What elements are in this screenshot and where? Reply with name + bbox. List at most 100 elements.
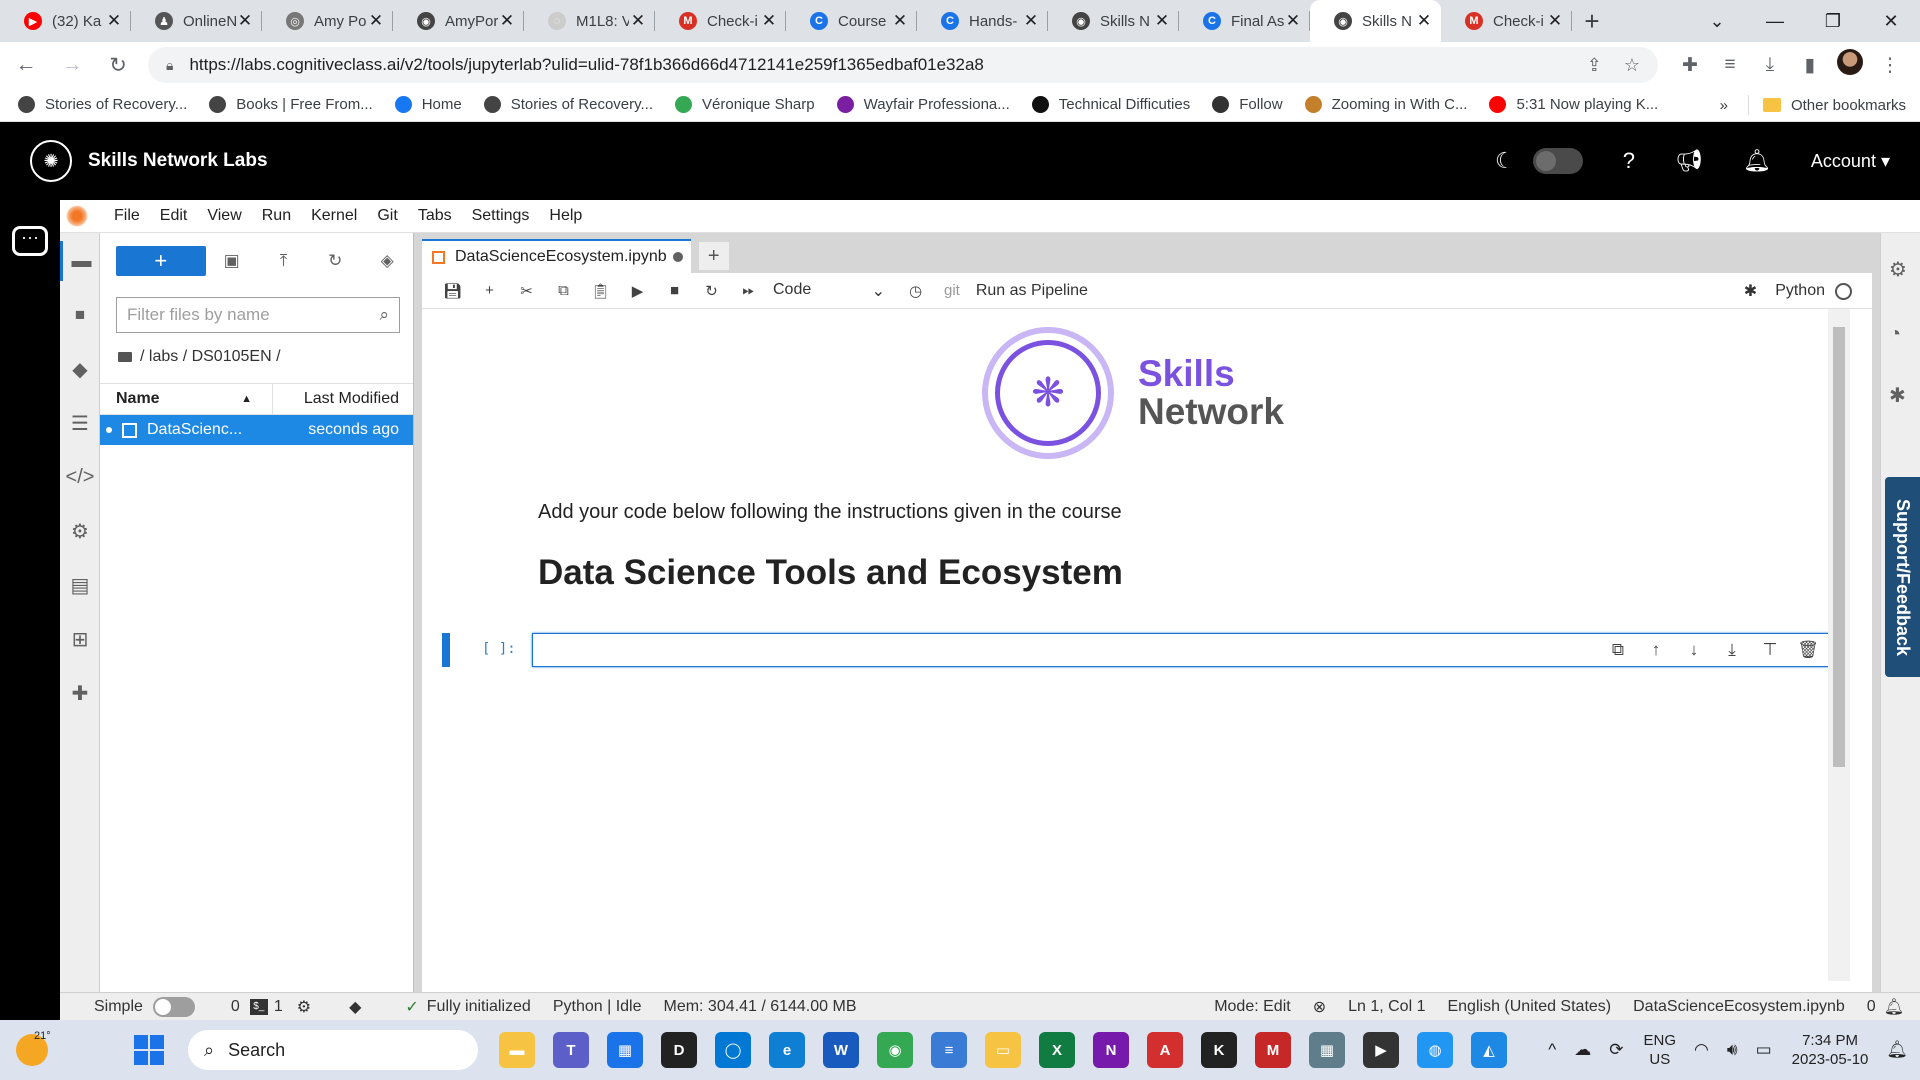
menu-run[interactable]: Run [252,207,301,225]
save-icon[interactable]: 💾︎ [434,282,471,300]
browser-tab[interactable]: M Check-i ✕ [1441,0,1572,42]
table-of-contents-icon[interactable]: ☰ [60,403,100,443]
chrome-menu-icon[interactable]: ⋮ [1870,54,1910,77]
tab-search-icon[interactable]: ⌄ [1688,0,1746,42]
interrupt-icon[interactable]: ■ [656,282,693,299]
tab-close-icon[interactable]: ✕ [760,11,778,31]
breadcrumb[interactable]: / labs / DS0105EN / [118,345,413,369]
mcafee-app-icon[interactable]: M [1255,1032,1291,1068]
teams-app-icon[interactable]: T [553,1032,589,1068]
excel-app-icon[interactable]: X [1039,1032,1075,1068]
move-up-icon[interactable]: ↑ [1637,640,1675,660]
dark-mode-toggle[interactable] [1532,148,1583,174]
input-language[interactable]: ENG US [1644,1031,1677,1069]
maximize-button[interactable]: ❐ [1804,0,1862,42]
bookmark-item[interactable]: Stories of Recovery... [483,96,653,113]
file-row[interactable]: DataScienc... seconds ago [100,415,413,445]
folder-app-icon[interactable]: ▬ [499,1032,535,1068]
browser-tab[interactable]: M Check-i ✕ [655,0,786,42]
filter-files-input[interactable]: Filter files by name ⌕ [116,297,400,333]
menu-view[interactable]: View [197,207,251,225]
extensions-puzzle-icon[interactable]: ✚ [60,673,100,713]
column-modified-header[interactable]: Last Modified [273,390,413,408]
app-k-icon[interactable]: K [1201,1032,1237,1068]
cut-icon[interactable]: ✂ [508,282,545,300]
browser-tab[interactable]: C Hands- ✕ [917,0,1048,42]
tab-close-icon[interactable]: ✕ [367,11,385,31]
metadata-icon[interactable]: ▤ [60,565,100,605]
bell-icon[interactable]: 🔔︎ [1743,148,1771,174]
trusted-icon[interactable]: ⊗ [1313,997,1326,1017]
tab-close-icon[interactable]: ✕ [236,11,254,31]
skills-network-logo-icon[interactable]: ✺ [30,140,72,182]
bookmark-item[interactable]: Zooming in With C... [1304,96,1467,113]
kernel-status[interactable]: Python | Idle [553,998,642,1016]
menu-settings[interactable]: Settings [462,207,540,225]
minimize-button[interactable]: — [1746,0,1804,42]
tab-close-icon[interactable]: ✕ [891,11,909,31]
insert-cell-icon[interactable]: + [471,282,508,299]
git-icon[interactable]: ◆ [60,349,100,389]
debugger-icon[interactable]: ✱ [1744,281,1757,301]
scrollbar-thumb[interactable] [1833,327,1845,767]
store-app-icon[interactable]: ▦ [607,1032,643,1068]
tab-close-icon[interactable]: ✕ [498,11,516,31]
chat-icon[interactable]: ··· [12,226,48,256]
close-window-button[interactable]: ✕ [1862,0,1920,42]
start-button[interactable] [134,1035,164,1065]
breadcrumb-path[interactable]: / labs / DS0105EN / [140,348,281,366]
tab-close-icon[interactable]: ✕ [1153,11,1171,31]
duplicate-cell-icon[interactable]: ⧉ [1599,640,1637,660]
browser-tab[interactable]: ♟ OnlineN ✕ [131,0,262,42]
explorer-app-icon[interactable]: ▭ [985,1032,1021,1068]
browser-tab[interactable]: ◎ Amy Po ✕ [262,0,393,42]
property-inspector-gears-icon[interactable]: ⚙ [1889,257,1907,282]
address-bar[interactable]: 🔒︎ https://labs.cognitiveclass.ai/v2/too… [148,47,1658,83]
onenote-app-icon[interactable]: N [1093,1032,1129,1068]
bookmark-item[interactable]: Stories of Recovery... [18,96,187,113]
tab-close-icon[interactable]: ✕ [629,11,647,31]
notepad-app-icon[interactable]: ≡ [931,1032,967,1068]
run-as-pipeline-button[interactable]: Run as Pipeline [976,282,1088,300]
chrome-app-icon[interactable]: ◉ [877,1032,913,1068]
spellcheck-language[interactable]: English (United States) [1447,998,1611,1016]
reload-button[interactable]: ↻ [98,45,138,85]
media-control-icon[interactable]: ≡ [1710,54,1750,76]
kernel-name[interactable]: Python [1775,282,1825,300]
dell-app-icon[interactable]: D [661,1032,697,1068]
upload-icon[interactable]: ⤒ [258,251,310,271]
code-cell-input[interactable]: ⧉ ↑ ↓ ⤓ ⊤ 🗑︎ [532,633,1834,667]
git-status-icon[interactable]: ◆ [349,997,361,1017]
tab-close-icon[interactable]: ✕ [1415,11,1433,31]
help-icon[interactable]: ? [1623,148,1635,174]
simple-mode-toggle[interactable]: Simple [94,996,195,1017]
account-menu[interactable]: Account ▾ [1811,151,1890,172]
terminals-count[interactable]: 0 $_ 1 ⚙ [231,997,311,1017]
tab-close-icon[interactable]: ✕ [105,11,123,31]
wifi-icon[interactable]: ◠ [1694,1040,1709,1060]
sync-icon[interactable]: ⟳ [1609,1040,1623,1060]
bookmark-item[interactable]: Véronique Sharp [675,96,815,113]
browser-tab[interactable]: C Course ✕ [786,0,917,42]
url-text[interactable]: https://labs.cognitiveclass.ai/v2/tools/… [189,55,1564,75]
app-photos-icon[interactable]: ◭ [1471,1032,1507,1068]
menu-file[interactable]: File [104,207,150,225]
cursor-position[interactable]: Ln 1, Col 1 [1348,998,1425,1016]
new-launcher-button[interactable]: + [116,246,206,276]
paste-icon[interactable]: 📋︎ [582,282,619,300]
word-app-icon[interactable]: W [823,1032,859,1068]
notebook-tab[interactable]: DataScienceEcosystem.ipynb [422,239,691,273]
side-panel-icon[interactable]: ▮ [1790,54,1830,77]
components-icon[interactable]: ⊞ [60,619,100,659]
browser-tab[interactable]: ◉ Skills N ✕ [1310,0,1441,42]
copy-icon[interactable]: ⧉ [545,282,582,299]
bookmark-item[interactable]: Follow [1212,96,1283,113]
other-bookmarks[interactable]: Other bookmarks [1791,97,1906,114]
show-hidden-icons[interactable]: ^ [1548,1040,1556,1060]
menu-kernel[interactable]: Kernel [301,207,367,225]
media-app-icon[interactable]: ▶ [1363,1032,1399,1068]
extensions-icon[interactable]: ✚ [1670,54,1710,77]
column-name-header[interactable]: Name ▲ [100,383,273,415]
forward-button[interactable]: → [52,45,92,85]
file-browser-icon[interactable]: ▬ [60,241,100,281]
